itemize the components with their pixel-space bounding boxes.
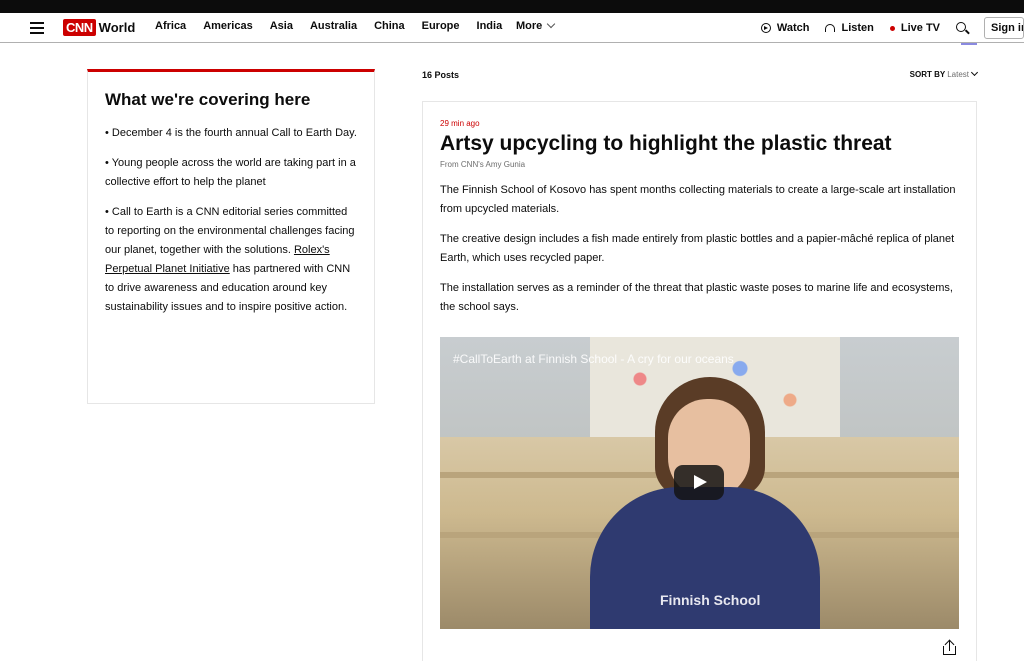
sort-control[interactable]: SORT BY Latest: [909, 68, 979, 79]
post-paragraph-2: The creative design includes a fish made…: [440, 233, 955, 264]
video-player[interactable]: Finnish School #CallToEarth at Finnish S…: [440, 337, 959, 629]
feed-header: 16 Posts SORT BY Latest: [422, 68, 979, 80]
post-byline: From CNN's Amy Gunia: [440, 160, 526, 169]
post-paragraph-3: The installation serves as a reminder of…: [440, 282, 953, 313]
nav-link-india[interactable]: India: [477, 20, 503, 32]
cnn-logo[interactable]: CNN World: [63, 19, 135, 36]
cnn-logo-mark: CNN: [63, 19, 96, 36]
nav-more-label: More: [516, 20, 543, 32]
post-paragraph-1: The Finnish School of Kosovo has spent m…: [440, 184, 956, 215]
sort-label: SORT BY: [909, 70, 946, 79]
bullet-editorial-series: • Call to Earth is a CNN editorial serie…: [105, 203, 357, 317]
sign-in-button[interactable]: Sign in: [984, 17, 1024, 39]
chevron-down-icon: [970, 68, 979, 77]
live-tv-label: Live TV: [900, 22, 940, 34]
hoodie-text: Finnish School: [660, 592, 761, 608]
play-button-icon[interactable]: [674, 465, 724, 500]
nav-more-menu[interactable]: More: [516, 19, 556, 32]
live-post-card: 29 min ago Artsy upcycling to highlight …: [422, 101, 977, 661]
bullet-young-people: • Young people across the world are taki…: [105, 157, 356, 188]
covering-here-panel: What we're covering here • December 4 is…: [87, 69, 375, 404]
nav-link-china[interactable]: China: [374, 20, 405, 32]
section-links: Africa Americas Asia Australia China Eur…: [155, 20, 519, 32]
live-dot-icon: [889, 25, 895, 31]
search-icon[interactable]: [956, 21, 969, 35]
sort-value: Latest: [947, 70, 969, 79]
post-count: 16 Posts: [422, 70, 460, 80]
watch-label: Watch: [776, 22, 810, 34]
live-tv-button[interactable]: Live TV: [889, 22, 940, 34]
share-icon[interactable]: [943, 639, 957, 656]
section-name: World: [98, 20, 136, 35]
nav-link-americas[interactable]: Americas: [203, 20, 253, 32]
browser-top-strip: [0, 0, 1024, 13]
listen-button[interactable]: Listen: [825, 22, 874, 34]
nav-utilities: Watch Listen Live TV Sign in: [760, 13, 1024, 43]
nav-link-europe[interactable]: Europe: [422, 20, 460, 32]
listen-label: Listen: [841, 22, 874, 34]
headphones-icon: [825, 24, 836, 32]
panel-title: What we're covering here: [105, 90, 311, 109]
scroll-indicator: [961, 43, 977, 45]
chevron-down-icon: [547, 19, 556, 29]
menu-icon[interactable]: [30, 22, 44, 34]
post-timestamp: 29 min ago: [440, 119, 480, 128]
video-title[interactable]: #CallToEarth at Finnish School - A cry f…: [453, 352, 734, 366]
nav-link-africa[interactable]: Africa: [155, 20, 186, 32]
top-navigation: CNN World Africa Americas Asia Australia…: [0, 13, 1024, 43]
nav-link-australia[interactable]: Australia: [310, 20, 357, 32]
bullet-call-to-earth-day: • December 4 is the fourth annual Call t…: [105, 127, 357, 139]
play-circle-icon: [760, 23, 771, 33]
watch-button[interactable]: Watch: [760, 22, 810, 34]
post-headline: Artsy upcycling to highlight the plastic…: [440, 132, 892, 155]
nav-link-asia[interactable]: Asia: [270, 20, 293, 32]
